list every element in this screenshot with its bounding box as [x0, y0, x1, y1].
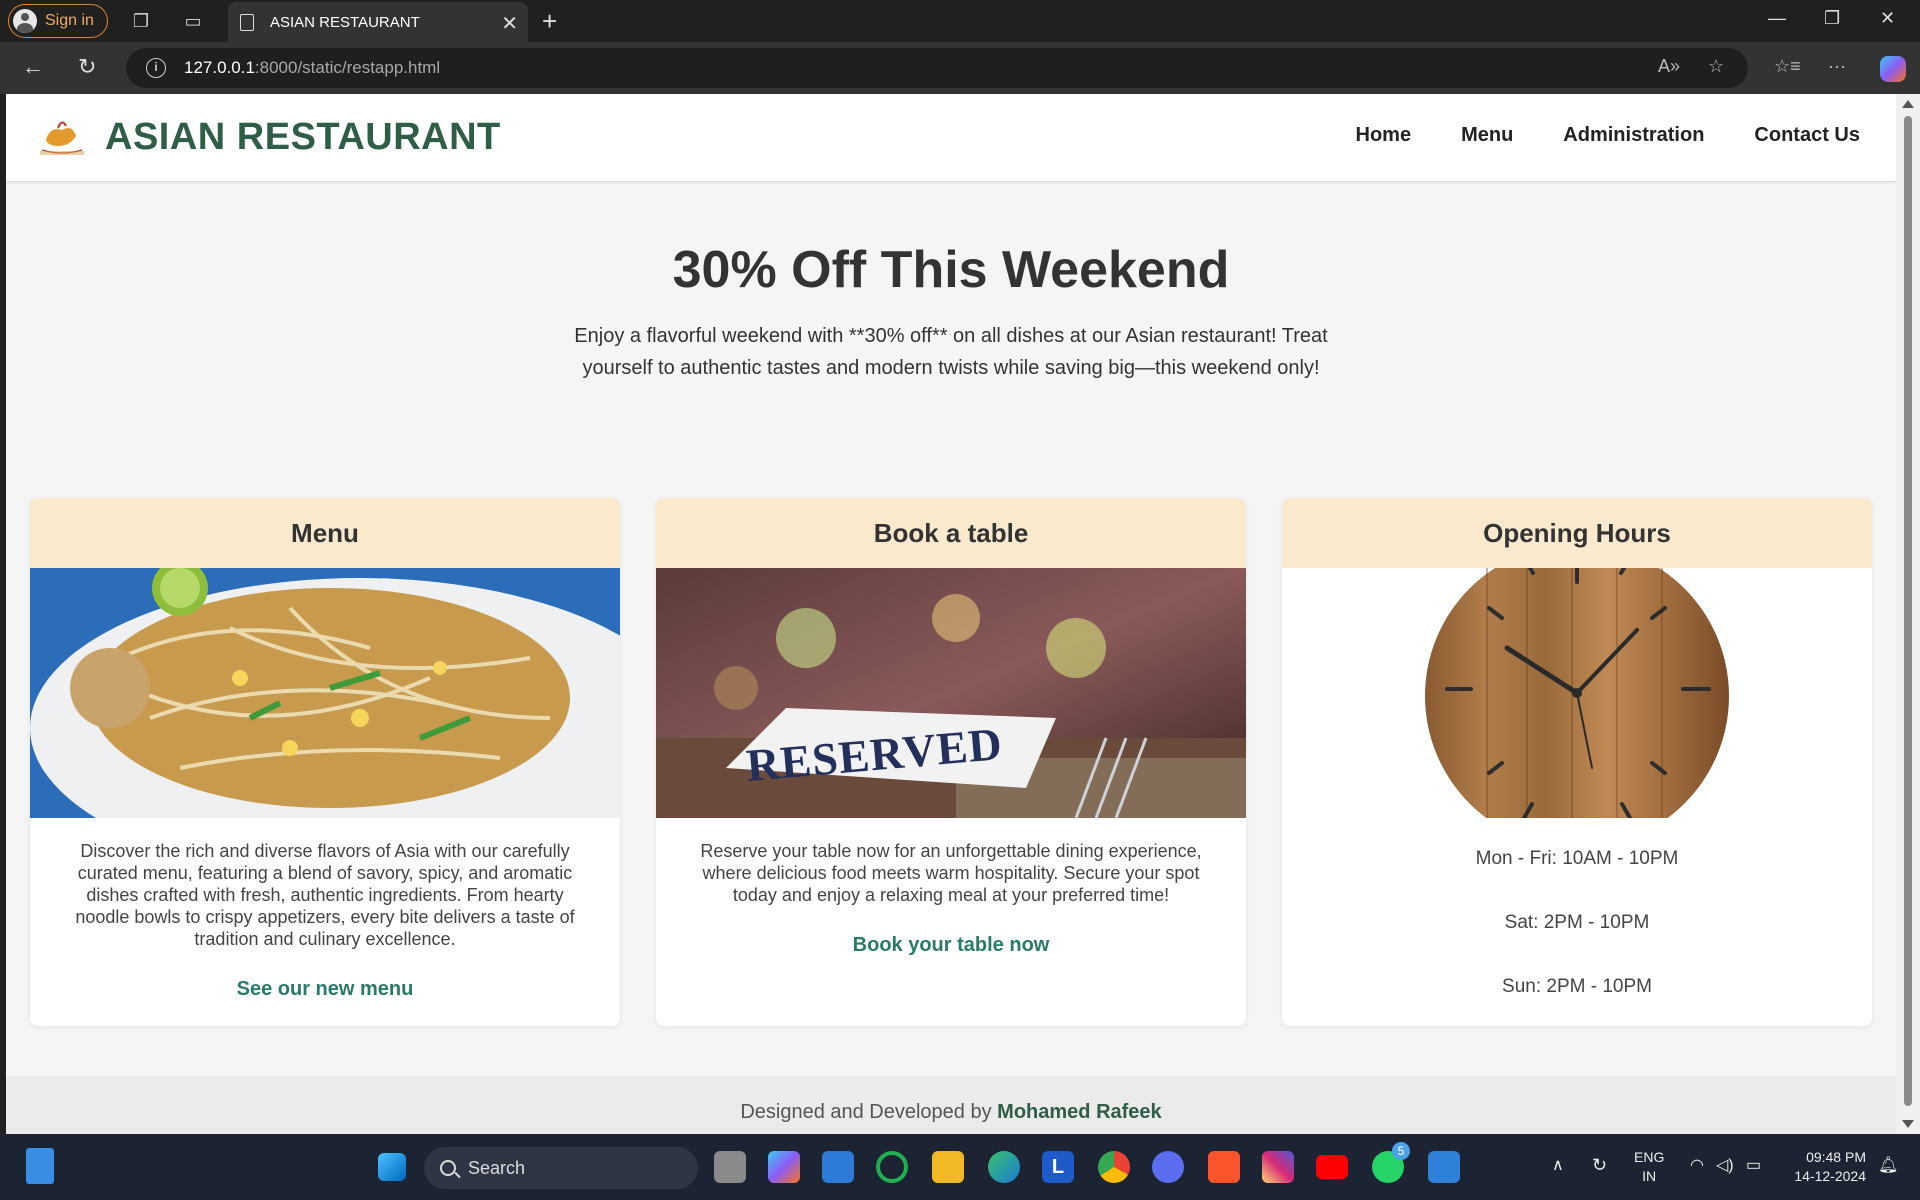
url-path: :8000/static/restapp.html	[254, 58, 441, 77]
hours-sunday: Sun: 2PM - 10PM	[1502, 976, 1652, 997]
address-toolbar: ← ↻ i 127.0.0.1:8000/static/restapp.html…	[0, 42, 1920, 94]
youtube-icon[interactable]	[1316, 1155, 1348, 1179]
file-explorer-icon[interactable]	[932, 1151, 964, 1183]
hours-card-title: Opening Hours	[1282, 498, 1872, 568]
menu-card: Menu Discover the rich and diverse flavo…	[30, 498, 620, 1026]
notepad-icon[interactable]	[26, 1148, 54, 1184]
scroll-down-icon[interactable]	[1902, 1120, 1914, 1128]
start-icon[interactable]	[378, 1153, 406, 1181]
scroll-thumb[interactable]	[1904, 116, 1912, 1106]
book-table-link[interactable]: Book your table now	[656, 934, 1246, 957]
back-icon[interactable]: ←	[22, 54, 44, 80]
search-icon	[440, 1160, 456, 1176]
nav-home[interactable]: Home	[1356, 124, 1412, 147]
copilot-icon[interactable]	[1880, 56, 1906, 82]
chrome-icon[interactable]	[1098, 1151, 1130, 1183]
nav-contact-us[interactable]: Contact Us	[1754, 124, 1860, 147]
region-code: IN	[1642, 1168, 1657, 1184]
clock-time: 09:48 PM	[1806, 1149, 1866, 1165]
hours-saturday: Sat: 2PM - 10PM	[1504, 912, 1650, 933]
favorites-icon[interactable]: ☆≡	[1774, 56, 1801, 77]
tab-actions-icon[interactable]: ▭	[182, 10, 204, 32]
sync-tray-icon[interactable]: ↻	[1592, 1156, 1607, 1175]
scroll-up-icon[interactable]	[1902, 100, 1914, 108]
tray-chevron-icon[interactable]: ∧	[1552, 1156, 1564, 1175]
close-tab-icon[interactable]: ✕	[501, 11, 518, 36]
arc-app-icon[interactable]	[1152, 1151, 1184, 1183]
page-viewport: ASIAN RESTAURANT Home Menu Administratio…	[6, 94, 1896, 1134]
book-table-card: Book a table RESERVED Reserve your table…	[656, 498, 1246, 1026]
taskbar-search-label: Search	[468, 1157, 526, 1178]
wifi-icon[interactable]: ◠	[1690, 1156, 1704, 1175]
main-nav: Home Menu Administration Contact Us	[1356, 124, 1861, 147]
l-app-icon[interactable]: L	[1042, 1151, 1074, 1183]
sign-in-label: Sign in	[45, 12, 94, 29]
nav-administration[interactable]: Administration	[1563, 124, 1704, 147]
site-brand[interactable]: ASIAN RESTAURANT	[105, 116, 501, 159]
book-card-description: Reserve your table now for an unforgetta…	[700, 841, 1202, 905]
edge-icon[interactable]	[988, 1151, 1020, 1183]
clock[interactable]: 09:48 PM 14-12-2024	[1786, 1148, 1866, 1186]
taskbar-search[interactable]: Search	[424, 1147, 698, 1189]
favorite-star-icon[interactable]: ☆	[1708, 56, 1724, 77]
see-menu-link[interactable]: See our new menu	[30, 978, 620, 1001]
read-aloud-icon[interactable]: A»	[1658, 56, 1680, 77]
profile-icon	[13, 9, 37, 33]
battery-icon[interactable]: ▭	[1746, 1156, 1761, 1175]
vscode-icon[interactable]	[1428, 1151, 1460, 1183]
site-footer: Designed and Developed by Mohamed Rafeek	[6, 1076, 1896, 1134]
promo-title: 30% Off This Weekend	[672, 241, 1230, 299]
hours-weekdays: Mon - Fri: 10AM - 10PM	[1475, 848, 1679, 869]
restore-icon[interactable]: ❐	[1824, 8, 1840, 29]
promo-hero: 30% Off This Weekend Enjoy a flavorful w…	[6, 240, 1896, 384]
page-scrollbar[interactable]	[1896, 94, 1920, 1134]
noodle-dish-image	[30, 568, 620, 818]
refresh-icon[interactable]: ↻	[78, 54, 96, 80]
nav-menu[interactable]: Menu	[1461, 124, 1513, 147]
footer-credit-prefix: Designed and Developed by	[740, 1101, 992, 1123]
opening-hours-card: Opening Hours Mon - Fri: 10AM - 10PM Sat…	[1282, 498, 1872, 1026]
whatsapp-badge: 5	[1392, 1142, 1410, 1160]
instagram-icon[interactable]	[1262, 1151, 1294, 1183]
clock-date: 14-12-2024	[1794, 1168, 1866, 1184]
book-card-title: Book a table	[656, 498, 1246, 568]
url-host: 127.0.0.1	[184, 58, 255, 77]
sync-app-icon[interactable]	[876, 1151, 908, 1183]
wooden-clock-image	[1282, 568, 1872, 818]
windows-taskbar: Search L 5 ∧ ↻ ENG IN ◠ ◁) ▭ 09:48 PM 14…	[0, 1134, 1920, 1200]
store-icon[interactable]	[822, 1151, 854, 1183]
notification-bell-icon[interactable]: 🔔︎	[1878, 1156, 1898, 1175]
brave-icon[interactable]	[1208, 1151, 1240, 1183]
tab-title: ASIAN RESTAURANT	[270, 13, 420, 31]
workspaces-icon[interactable]: ❐	[130, 10, 152, 32]
reserved-sign-image: RESERVED	[656, 568, 1246, 818]
active-tab[interactable]: ASIAN RESTAURANT ✕	[228, 2, 528, 42]
sign-in-button[interactable]: Sign in	[8, 4, 108, 38]
language-code: ENG	[1634, 1149, 1665, 1165]
browser-tab-bar: Sign in ❐ ▭ ASIAN RESTAURANT ✕ + — ❐ ✕	[0, 0, 1920, 42]
more-menu-icon[interactable]: ···	[1828, 56, 1846, 77]
new-tab-icon[interactable]: +	[542, 6, 557, 37]
promo-text: Enjoy a flavorful weekend with **30% off…	[574, 325, 1328, 379]
address-bar[interactable]: i 127.0.0.1:8000/static/restapp.html	[126, 48, 1748, 88]
menu-card-title: Menu	[30, 498, 620, 568]
language-indicator[interactable]: ENG IN	[1634, 1148, 1664, 1186]
copilot-taskbar-icon[interactable]	[768, 1151, 800, 1183]
site-info-icon[interactable]: i	[146, 58, 166, 78]
menu-card-description: Discover the rich and diverse flavors of…	[75, 841, 575, 949]
footer-author: Mohamed Rafeek	[997, 1101, 1162, 1123]
site-header: ASIAN RESTAURANT Home Menu Administratio…	[6, 94, 1896, 182]
close-window-icon[interactable]: ✕	[1880, 8, 1895, 29]
volume-icon[interactable]: ◁)	[1716, 1156, 1734, 1175]
restaurant-logo	[40, 121, 84, 155]
task-view-icon[interactable]	[714, 1151, 746, 1183]
page-icon	[240, 13, 254, 31]
hours-list: Mon - Fri: 10AM - 10PM Sat: 2PM - 10PM S…	[1282, 818, 1872, 998]
minimize-icon[interactable]: —	[1768, 8, 1786, 29]
